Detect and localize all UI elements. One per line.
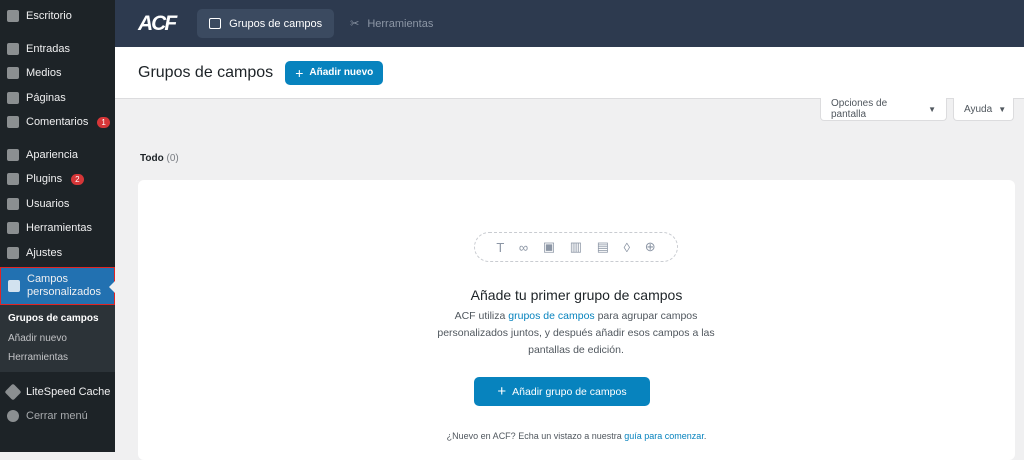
sidebar-item-apariencia[interactable]: Apariencia: [0, 143, 115, 168]
submenu-grupos[interactable]: Grupos de campos: [0, 309, 115, 329]
comment-icon: [7, 116, 19, 129]
caret-down-icon: ▼: [928, 104, 936, 114]
table-icon: [8, 280, 20, 292]
caret-down-icon: ▼: [998, 104, 1007, 114]
globe-icon: ⊕: [644, 239, 656, 254]
infinity-icon: ∞: [518, 239, 529, 255]
empty-description: ACF utiliza grupos de campos para agrupa…: [437, 310, 715, 356]
sidebar-item-plugins[interactable]: Plugins 2: [0, 167, 115, 192]
submenu: Grupos de campos Añadir nuevo Herramient…: [0, 305, 115, 372]
field-type-icons: T ∞ ▣ ▥ ▤ ◊ ⊕: [474, 232, 678, 262]
empty-state-card: T ∞ ▣ ▥ ▤ ◊ ⊕ Añade tu primer grupo de c…: [138, 180, 1015, 460]
media-icon: [7, 67, 19, 80]
text-icon: T: [496, 239, 505, 255]
wrench-icon: [7, 222, 19, 235]
count-badge: 2: [71, 173, 84, 185]
dashboard-icon: [7, 10, 19, 23]
pages-icon: [7, 91, 19, 104]
sidebar-item-entradas[interactable]: Entradas: [0, 37, 115, 62]
sidebar-item-medios[interactable]: Medios: [0, 61, 115, 86]
getting-started-link[interactable]: guía para comenzar: [624, 431, 704, 441]
brush-icon: [7, 148, 19, 161]
filter-all[interactable]: Todo (0): [140, 153, 179, 164]
plus-icon: +: [295, 64, 304, 81]
page-title: Grupos de campos: [138, 63, 274, 81]
empty-title: Añade tu primer grupo de campos: [470, 287, 683, 303]
tools-icon: ✂: [350, 18, 360, 30]
tab-grupos[interactable]: Grupos de campos: [197, 9, 335, 38]
add-field-group-button[interactable]: + Añadir grupo de campos: [474, 377, 650, 406]
getting-started-note: ¿Nuevo en ACF? Echa un vistazo a nuestra…: [446, 431, 707, 441]
submenu-herramientas[interactable]: Herramientas: [0, 348, 115, 368]
sidebar-item-herramientas[interactable]: Herramientas: [0, 216, 115, 241]
user-icon: [7, 197, 19, 210]
plugin-icon: [7, 173, 19, 186]
sidebar-item-comentarios[interactable]: Comentarios 1: [0, 110, 115, 135]
tab-herramientas[interactable]: ✂ Herramientas: [338, 9, 445, 38]
help-button[interactable]: Ayuda ▼: [953, 98, 1014, 121]
sidebar-item-paginas[interactable]: Páginas: [0, 86, 115, 111]
collapse-icon: [7, 410, 19, 423]
add-new-button[interactable]: + Añadir nuevo: [285, 60, 384, 85]
admin-sidebar: Escritorio Entradas Medios Páginas Comen…: [0, 0, 115, 452]
pin-icon: [7, 42, 19, 55]
count-badge: 1: [97, 116, 110, 128]
sidebar-item-escritorio[interactable]: Escritorio: [0, 4, 115, 29]
acf-topbar: ACF Grupos de campos ✂ Herramientas: [115, 0, 1024, 47]
collapse-menu[interactable]: Cerrar menú: [0, 404, 115, 429]
page-header: Grupos de campos + Añadir nuevo: [115, 47, 1024, 99]
sidebar-item-campos-personalizados[interactable]: Campos personalizados: [0, 267, 115, 305]
map-icon: ▥: [569, 239, 583, 254]
image-icon: ▣: [542, 239, 556, 254]
plus-icon: +: [497, 383, 507, 400]
submenu-anadir[interactable]: Añadir nuevo: [0, 329, 115, 349]
settings-icon: [7, 246, 19, 259]
acf-logo: ACF: [138, 11, 177, 35]
screen-options-button[interactable]: Opciones de pantalla ▼: [820, 98, 947, 121]
calendar-icon: ▤: [596, 239, 609, 254]
list-icon: [209, 18, 222, 29]
sidebar-item-ajustes[interactable]: Ajustes: [0, 241, 115, 266]
field-groups-link[interactable]: grupos de campos: [508, 310, 594, 322]
litespeed-icon: [4, 383, 22, 401]
sidebar-item-usuarios[interactable]: Usuarios: [0, 192, 115, 217]
sidebar-item-litespeed[interactable]: LiteSpeed Cache: [0, 380, 115, 405]
drop-icon: ◊: [623, 239, 631, 255]
